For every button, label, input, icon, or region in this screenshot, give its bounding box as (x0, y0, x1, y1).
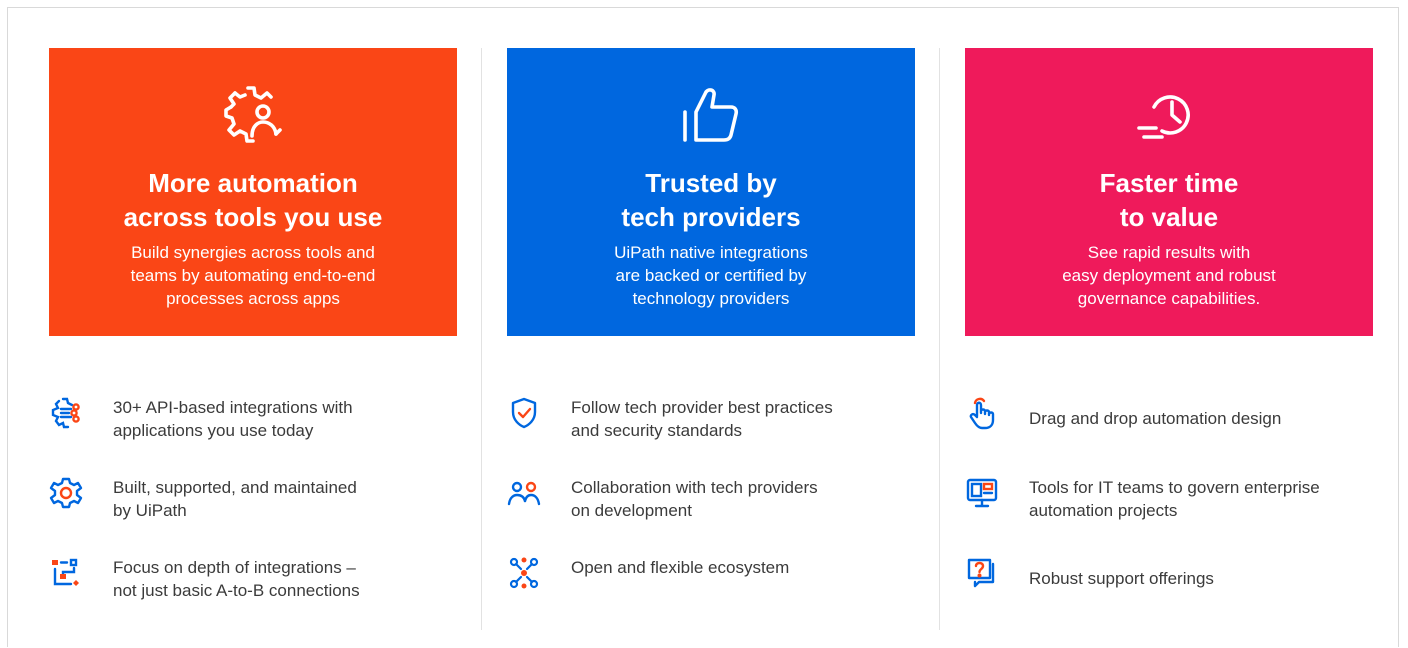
column-trusted: Trusted by tech providers UiPath native … (507, 8, 915, 648)
card-title: Faster time to value (1099, 168, 1239, 232)
feature-item: Collaboration with tech providers on dev… (507, 476, 915, 536)
column-divider (481, 48, 482, 630)
feature-text: 30+ API-based integrations with applicat… (113, 398, 353, 440)
monitor-dashboard-icon (966, 478, 998, 508)
feature-item: Drag and drop automation design (965, 396, 1373, 456)
card-description: UiPath native integrations are backed or… (614, 243, 808, 308)
ecosystem-network-icon (509, 557, 539, 589)
feature-text: Robust support offerings (1029, 569, 1214, 588)
card-more-automation: More automation across tools you use Bui… (49, 48, 457, 336)
thumbs-up-icon (683, 88, 739, 142)
gear-icon (49, 477, 83, 509)
api-gear-icon (51, 397, 80, 429)
card-trusted-by-tech-providers: Trusted by tech providers UiPath native … (507, 48, 915, 336)
fast-clock-icon (1137, 95, 1190, 139)
people-icon (507, 481, 541, 506)
feature-text: Tools for IT teams to govern enterprise … (1029, 478, 1320, 520)
card-description: Build synergies across tools and teams b… (130, 243, 376, 308)
help-chat-icon (967, 558, 995, 588)
gear-person-icon (224, 86, 282, 143)
feature-text: Built, supported, and maintained by UiPa… (113, 478, 357, 520)
feature-item: Focus on depth of integrations – not jus… (49, 556, 457, 616)
feature-item: Robust support offerings (965, 556, 1373, 616)
column-automation: More automation across tools you use Bui… (49, 8, 457, 648)
feature-item: Built, supported, and maintained by UiPa… (49, 476, 457, 536)
flow-connections-icon (52, 558, 79, 586)
content-frame: More automation across tools you use Bui… (7, 7, 1399, 647)
feature-text: Drag and drop automation design (1029, 409, 1282, 428)
feature-item: Tools for IT teams to govern enterprise … (965, 476, 1373, 536)
feature-text: Focus on depth of integrations – not jus… (113, 558, 360, 600)
card-faster-time-to-value: Faster time to value See rapid results w… (965, 48, 1373, 336)
column-faster: Faster time to value See rapid results w… (965, 8, 1373, 648)
feature-text: Open and flexible ecosystem (571, 558, 790, 577)
card-title: More automation across tools you use (123, 168, 383, 232)
feature-text: Follow tech provider best practices and … (571, 398, 833, 440)
feature-item: Open and flexible ecosystem (507, 556, 915, 616)
card-description: See rapid results with easy deployment a… (1062, 243, 1276, 308)
shield-check-icon (511, 397, 537, 429)
feature-item: 30+ API-based integrations with applicat… (49, 396, 457, 456)
pointer-hand-icon (969, 397, 995, 430)
column-divider (939, 48, 940, 630)
feature-item: Follow tech provider best practices and … (507, 396, 915, 456)
feature-text: Collaboration with tech providers on dev… (571, 478, 818, 520)
card-title: Trusted by tech providers (621, 168, 801, 232)
